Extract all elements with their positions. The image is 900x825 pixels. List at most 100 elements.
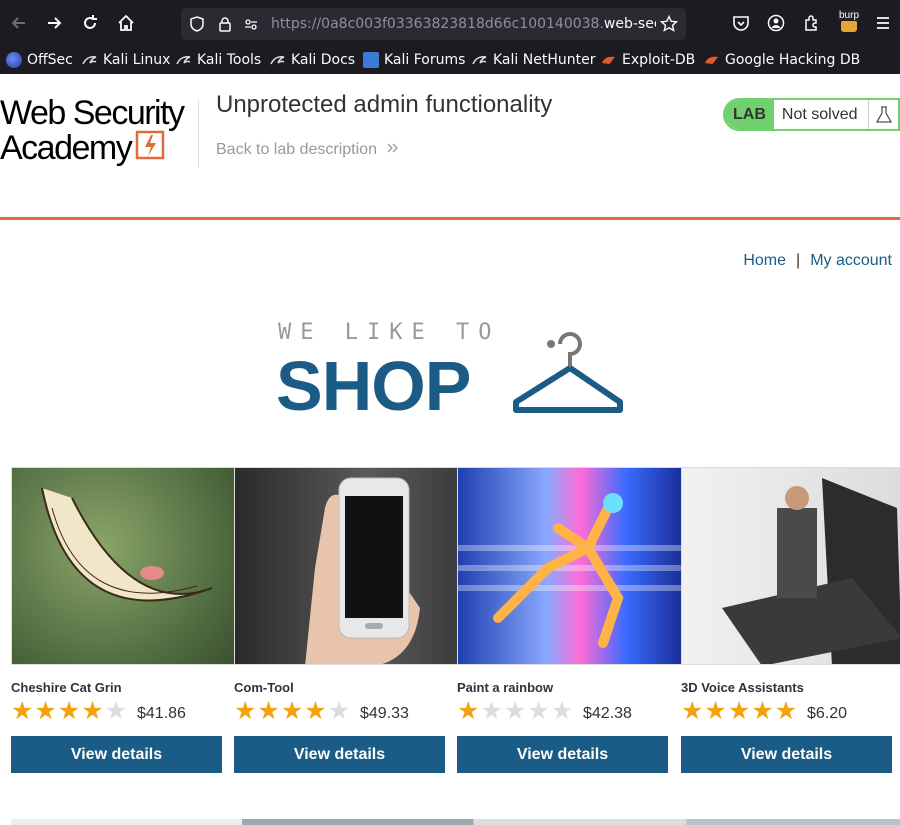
extensions-icon[interactable]	[799, 10, 825, 36]
bookmark-offsec[interactable]: OffSec	[6, 50, 73, 70]
star-icon: ★	[81, 697, 104, 725]
star-icon: ★	[681, 697, 704, 725]
view-details-button[interactable]: View details	[11, 736, 222, 773]
banner-tagline: WE LIKE TO	[278, 320, 501, 345]
product-price: $42.38	[583, 705, 632, 722]
flip-phone-figure-illustration	[722, 478, 900, 664]
bookmark-label: Kali Forums	[384, 52, 466, 68]
kali-forums-icon	[363, 52, 379, 68]
star-icon: ★	[327, 697, 351, 725]
lock-icon[interactable]	[217, 16, 233, 37]
rainbow-runner-illustration	[458, 493, 681, 648]
academy-logo[interactable]: Web Security Academy	[0, 96, 200, 165]
double-chevron-right-icon	[387, 141, 399, 158]
view-details-button[interactable]: View details	[457, 736, 668, 773]
account-icon[interactable]	[763, 10, 789, 36]
product-price: $49.33	[360, 705, 409, 722]
next-product-row-edge	[11, 819, 900, 825]
view-details-button[interactable]: View details	[681, 736, 892, 773]
phone-in-hand-illustration	[305, 477, 420, 664]
star-icon: ★	[503, 697, 527, 725]
home-icon[interactable]	[113, 10, 139, 36]
bookmark-exploit-db[interactable]: Exploit-DB	[601, 50, 695, 70]
shop-banner: WE LIKE TO SHOP	[276, 318, 631, 425]
kali-dragon-icon	[82, 52, 98, 68]
product-name: Cheshire Cat Grin	[11, 680, 122, 695]
bookmark-label: Kali NetHunter	[493, 52, 596, 68]
nav-my-account-link[interactable]: My account	[810, 252, 892, 270]
product-price: $41.86	[137, 705, 186, 722]
hanger-icon	[508, 322, 630, 419]
nav-separator: |	[796, 252, 801, 269]
lab-title: Unprotected admin functionality	[216, 91, 553, 118]
star-icon: ★	[550, 697, 574, 725]
shield-icon[interactable]	[189, 16, 205, 37]
product-name: 3D Voice Assistants	[681, 680, 804, 695]
burp-extension-icon[interactable]: burp	[836, 10, 862, 36]
star-icon: ★	[527, 697, 550, 725]
offsec-icon	[6, 52, 22, 68]
bookmark-kali-linux[interactable]: Kali Linux	[82, 50, 170, 70]
logo-line-2: Academy	[0, 128, 133, 167]
star-icon: ★	[751, 697, 774, 725]
bookmark-label: Kali Tools	[197, 52, 262, 68]
back-arrow-icon[interactable]	[6, 10, 32, 36]
bookmark-label: Google Hacking DB	[725, 52, 861, 68]
url-domain: web-sec	[603, 16, 656, 32]
star-icon: ★	[34, 697, 57, 725]
star-icon: ★	[704, 697, 727, 725]
product-grid: Cheshire Cat Grin ★ ★ ★ ★ ★ $41.86 View deta…	[11, 467, 900, 825]
reload-icon[interactable]	[77, 10, 103, 36]
bookmark-kali-nethunter[interactable]: Kali NetHunter	[472, 50, 595, 70]
kali-dragon-icon	[270, 52, 286, 68]
menu-icon[interactable]	[870, 10, 896, 36]
star-icon: ★	[280, 697, 304, 725]
lab-label: LAB	[725, 100, 774, 129]
lab-status-text: Not solved	[781, 105, 858, 123]
bookmark-kali-tools[interactable]: Kali Tools	[176, 50, 261, 70]
exploitdb-icon	[704, 52, 720, 68]
permissions-icon[interactable]	[243, 16, 259, 37]
bookmark-label: Kali Docs	[291, 52, 356, 68]
pocket-icon[interactable]	[728, 10, 754, 36]
kali-dragon-icon	[472, 52, 488, 68]
view-details-button[interactable]: View details	[234, 736, 445, 773]
star-icon: ★	[774, 697, 798, 725]
back-link-label: Back to lab description	[216, 141, 377, 158]
star-icon: ★	[234, 697, 257, 725]
bookmark-kali-forums[interactable]: Kali Forums	[363, 50, 465, 70]
star-icon: ★	[727, 697, 751, 725]
product-name: Com-Tool	[234, 680, 294, 695]
address-bar[interactable]: https://0a8c003f03363823818d66c100140038…	[181, 8, 686, 40]
banner-title: SHOP	[276, 347, 471, 425]
product-image	[11, 467, 236, 665]
burp-label: burp	[838, 10, 861, 21]
exploitdb-icon	[601, 52, 617, 68]
cheshire-grin-illustration	[41, 487, 213, 602]
nav-home-link[interactable]: Home	[743, 252, 786, 270]
lab-status-badge: LAB Not solved	[723, 98, 900, 131]
forward-arrow-icon[interactable]	[41, 10, 67, 36]
kali-dragon-icon	[176, 52, 192, 68]
bookmark-label: Exploit-DB	[622, 52, 696, 68]
star-icon: ★	[104, 697, 128, 725]
logo-line-1: Web Security	[0, 94, 185, 132]
url-prefix: https://0a8c003f03363823818d66c100140038…	[271, 16, 604, 32]
rating-stars: ★ ★ ★ ★ ★	[681, 697, 798, 725]
star-icon: ★	[11, 697, 34, 725]
bookmark-kali-docs[interactable]: Kali Docs	[270, 50, 355, 70]
star-icon: ★	[257, 697, 280, 725]
bookmark-label: Kali Linux	[103, 52, 171, 68]
product-image	[234, 467, 459, 665]
star-icon: ★	[57, 697, 81, 725]
rating-stars: ★ ★ ★ ★ ★	[457, 697, 574, 725]
logo-bolt-icon	[135, 130, 165, 165]
flask-icon	[868, 100, 898, 129]
back-to-lab-link[interactable]: Back to lab description	[216, 141, 399, 159]
url-text[interactable]: https://0a8c003f03363823818d66c100140038…	[271, 16, 656, 32]
star-icon: ★	[304, 697, 327, 725]
star-icon: ★	[457, 697, 480, 725]
bookmark-google-hacking-db[interactable]: Google Hacking DB	[704, 50, 860, 70]
product-price: $6.20	[807, 705, 848, 722]
bookmark-star-icon[interactable]	[659, 14, 679, 38]
